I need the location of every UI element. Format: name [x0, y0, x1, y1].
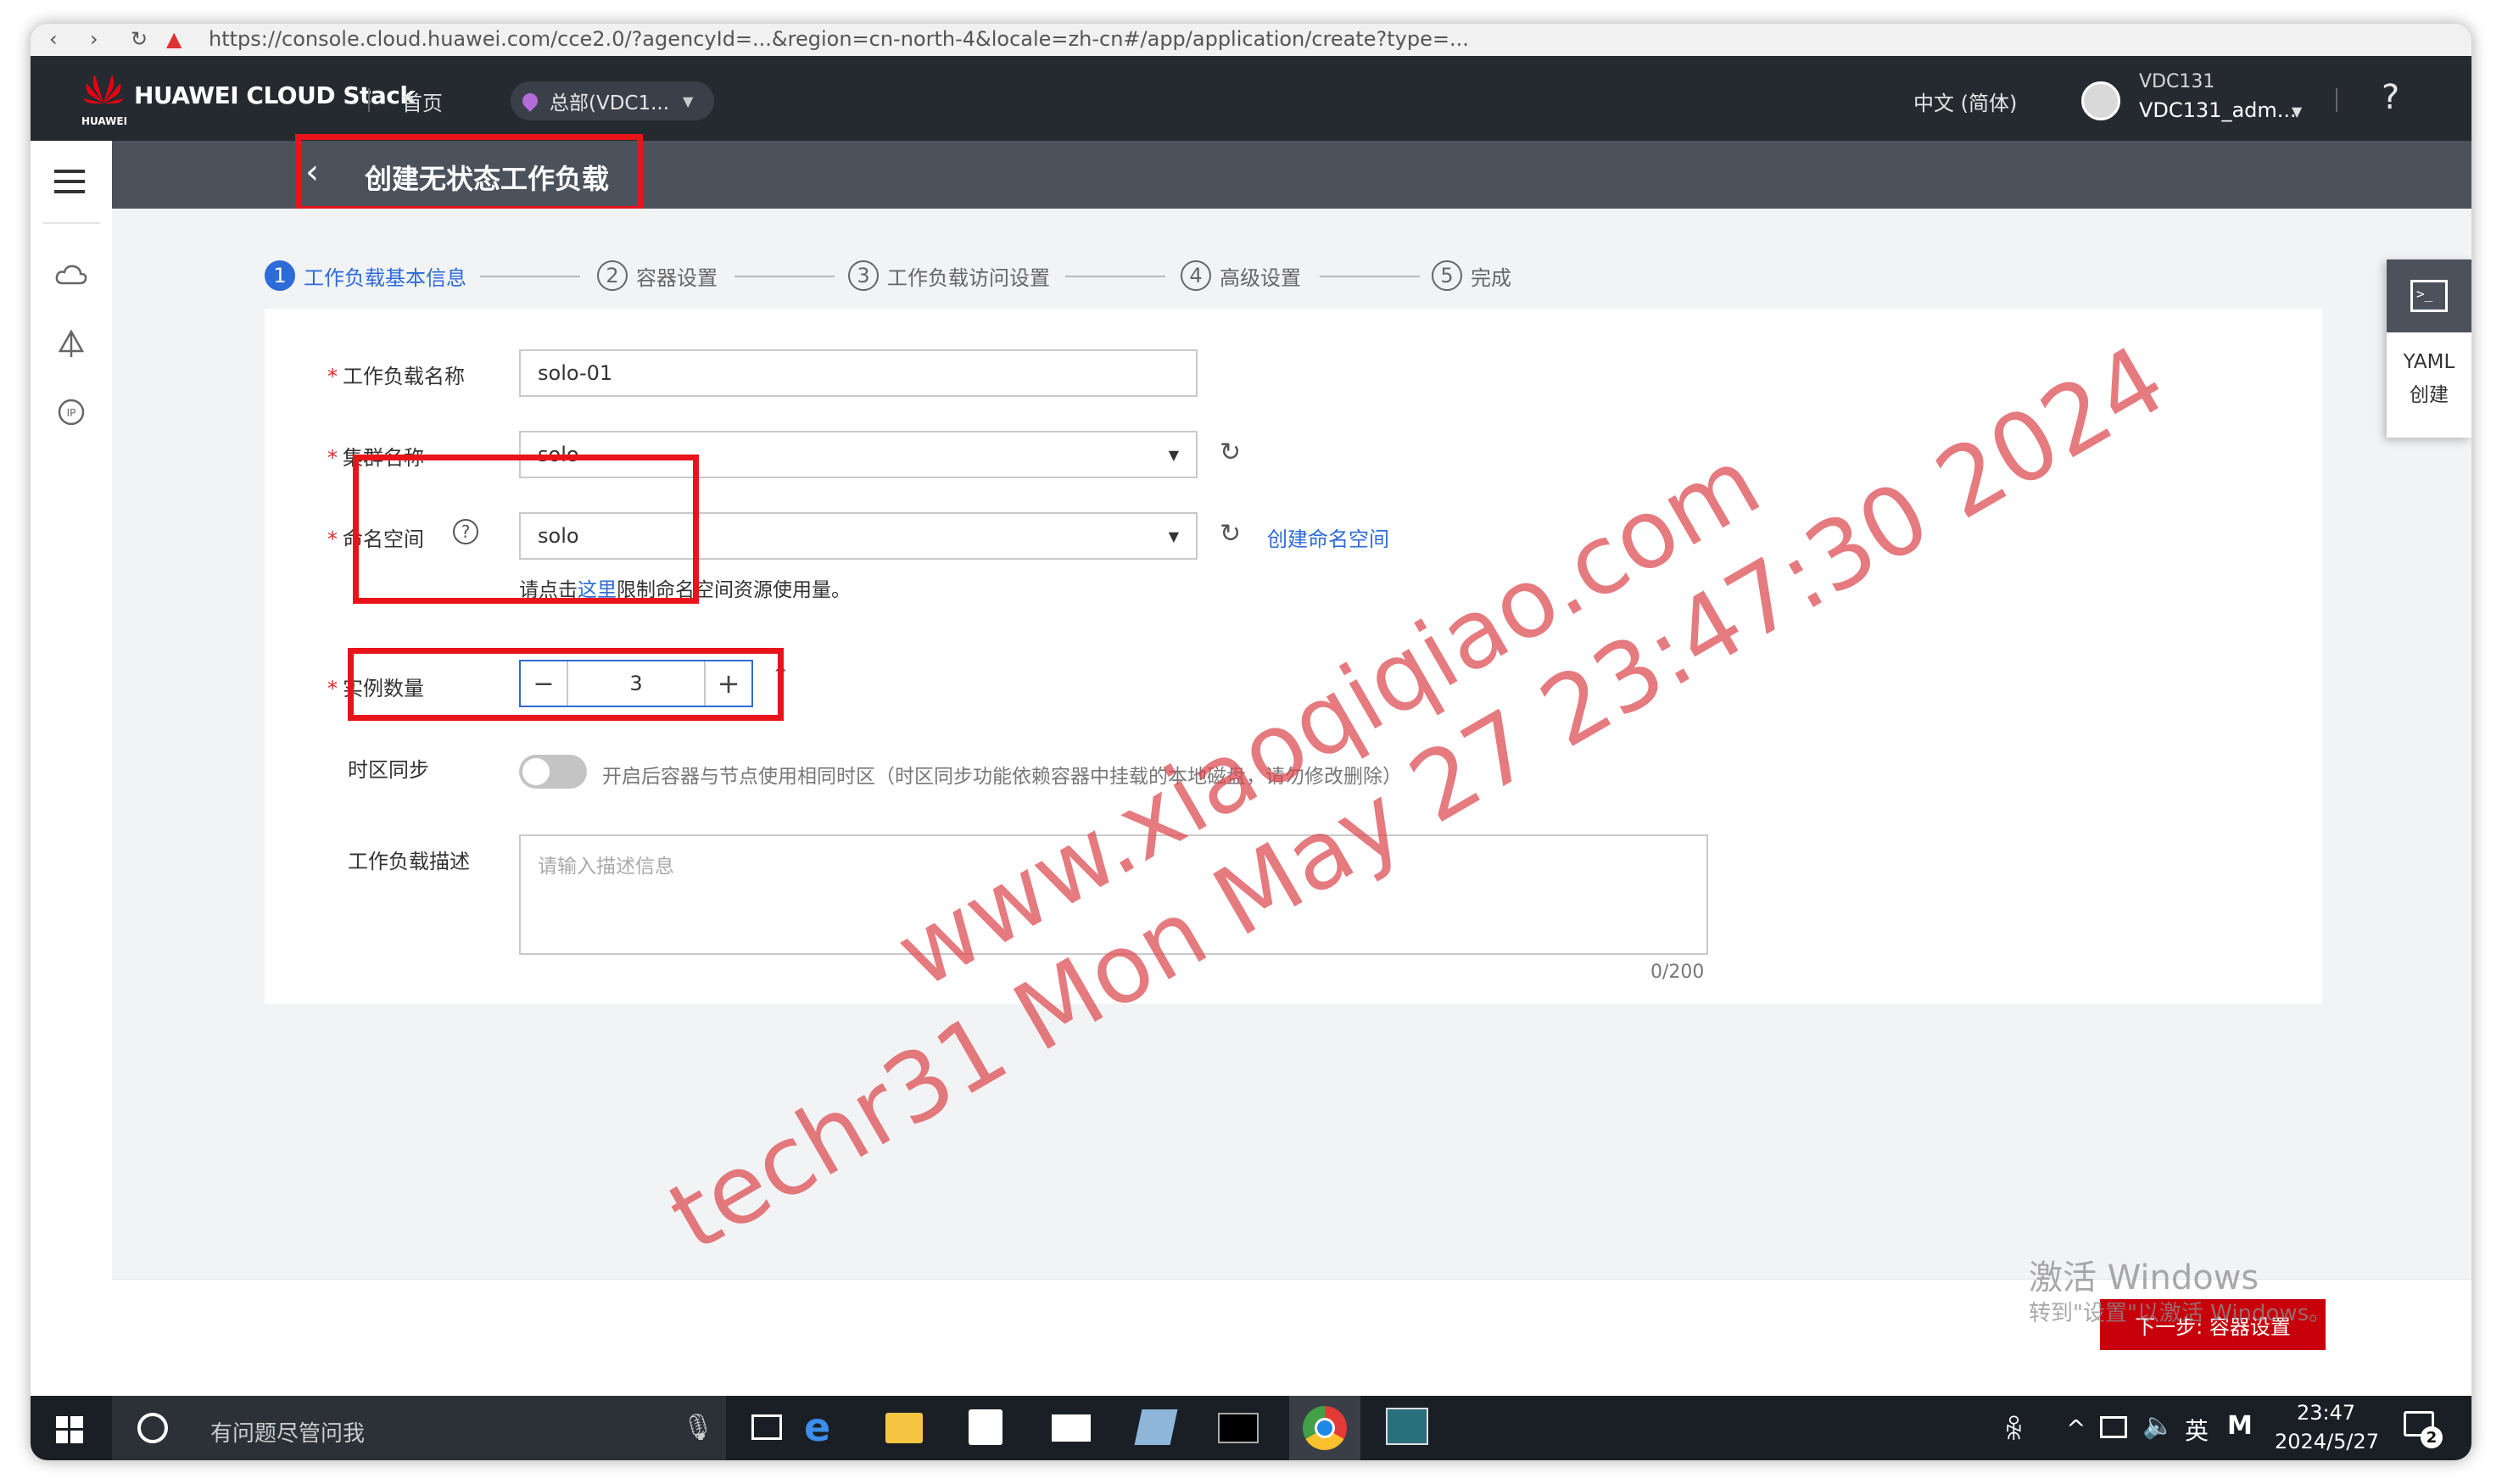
step-basic-info: 1 工作负载基本信息 [265, 256, 466, 295]
left-sidebar: IP [31, 141, 113, 1396]
volume-icon[interactable]: 🔈 [2142, 1411, 2174, 1441]
region-selector[interactable]: 总部(VDC1... ▼ [511, 81, 714, 120]
step-complete: 5 完成 [1432, 256, 1511, 295]
ime-indicator[interactable]: 英 [2185, 1413, 2209, 1447]
task-view-icon[interactable] [751, 1414, 782, 1440]
description-label: 工作负载描述 [348, 850, 470, 873]
step-advanced-settings: 4 高级设置 [1181, 256, 1301, 295]
svg-text:IP: IP [67, 407, 76, 419]
screen: ‹ › ↻ ▲ https://console.cloud.huawei.com… [31, 24, 2471, 1460]
divider [368, 88, 370, 112]
highlight-cluster-namespace [353, 455, 699, 604]
cloud-icon[interactable] [54, 263, 88, 287]
step-number: 3 [848, 260, 879, 291]
description-counter: 0/200 [1650, 962, 1705, 983]
menu-icon[interactable] [54, 170, 85, 193]
windows-taskbar: 有问题尽管问我 🎙 e ꆜ ^ 🔈 英 M 23:47 2024/5/27 2 [31, 1396, 2471, 1460]
terminal-app-icon[interactable] [1218, 1413, 1259, 1443]
help-icon[interactable]: ? [2382, 78, 2399, 117]
url-text[interactable]: https://console.cloud.huawei.com/cce2.0/… [209, 27, 1469, 51]
refresh-cluster-icon[interactable]: ↻ [1220, 438, 1241, 467]
microphone-icon[interactable]: 🎙 [682, 1413, 714, 1442]
back-icon[interactable]: ‹ [49, 27, 58, 51]
yaml-label: YAML [2403, 351, 2455, 373]
step-number: 5 [1432, 260, 1462, 291]
user-name[interactable]: VDC131_adm... [2139, 98, 2297, 122]
step-label: 高级设置 [1220, 265, 1301, 290]
screenshot-app-icon[interactable] [1386, 1408, 1428, 1445]
windows-start-icon[interactable] [56, 1416, 83, 1443]
activation-hint: 转到"设置"以激活 Windows。 [2029, 1301, 2332, 1326]
region-label: 总部(VDC1... [550, 92, 670, 114]
step-container-settings: 2 容器设置 [597, 256, 718, 295]
highlight-title [295, 134, 643, 212]
store-icon[interactable] [969, 1409, 1002, 1445]
avatar[interactable] [2081, 81, 2120, 120]
logo-text: HUAWEI [81, 115, 128, 127]
clock-time[interactable]: 23:47 [2297, 1401, 2355, 1425]
eip-icon[interactable]: IP [56, 397, 87, 427]
not-secure-icon: ▲ [166, 27, 182, 51]
step-label: 容器设置 [636, 265, 718, 290]
taskbar-search-box[interactable]: 有问题尽管问我 🎙 [112, 1396, 726, 1460]
yaml-create-panel[interactable]: >_ YAML 创建 [2387, 259, 2471, 438]
step-label: 工作负载访问设置 [887, 265, 1050, 290]
huawei-logo-icon [83, 75, 124, 103]
file-explorer-icon[interactable] [885, 1413, 923, 1443]
required-mark: * [327, 446, 338, 470]
home-link[interactable]: 首页 [402, 86, 443, 116]
chevron-down-icon: ▼ [1168, 446, 1179, 463]
step-access-settings: 3 工作负载访问设置 [848, 256, 1050, 295]
top-nav-bar: HUAWEI HUAWEI CLOUD Stack 首页 总部(VDC1... … [31, 56, 2471, 141]
step-number: 2 [597, 260, 628, 291]
step-label: 完成 [1471, 265, 1511, 290]
language-selector[interactable]: 中文 (简体) [1913, 86, 2017, 116]
timezone-toggle[interactable] [519, 755, 587, 789]
workload-name-label: * 工作负载名称 [327, 365, 465, 388]
cortana-icon [137, 1413, 168, 1443]
required-mark: * [327, 527, 338, 551]
network-icon[interactable] [56, 329, 87, 360]
people-icon[interactable]: ꆜ [2003, 1411, 2024, 1447]
location-pin-icon [519, 90, 541, 112]
notification-badge: 2 [2421, 1426, 2443, 1448]
step-number: 1 [265, 260, 295, 291]
input-mode-icon[interactable]: M [2227, 1411, 2253, 1441]
user-chevron-down-icon[interactable]: ▼ [2292, 103, 2302, 120]
clock-date[interactable]: 2024/5/27 [2275, 1430, 2379, 1453]
step-number: 4 [1181, 260, 1211, 291]
forward-icon[interactable]: › [90, 27, 98, 51]
reload-icon[interactable]: ↻ [131, 27, 148, 51]
activation-title: 激活 Windows [2029, 1258, 2259, 1297]
vdc-name: VDC131 [2139, 71, 2215, 92]
required-mark: * [327, 365, 338, 388]
refresh-namespace-icon[interactable]: ↻ [1220, 519, 1241, 549]
yaml-create-label: 创建 [2410, 384, 2449, 406]
timezone-label: 时区同步 [348, 758, 429, 782]
workload-name-input[interactable]: solo-01 [519, 349, 1198, 397]
tray-expand-icon[interactable]: ^ [2066, 1414, 2086, 1442]
required-mark: * [327, 677, 338, 700]
highlight-instances [348, 648, 784, 721]
description-placeholder: 请输入描述信息 [538, 856, 674, 878]
divider [2336, 88, 2337, 112]
mail-icon[interactable] [1052, 1414, 1091, 1442]
chevron-down-icon: ▼ [683, 92, 694, 109]
network-tray-icon[interactable] [2100, 1416, 2127, 1438]
browser-address-bar[interactable]: ‹ › ↻ ▲ https://console.cloud.huawei.com… [31, 24, 2471, 56]
chevron-down-icon: ▼ [1168, 527, 1179, 544]
brand-name[interactable]: HUAWEI CLOUD Stack [134, 81, 416, 109]
app-icon[interactable] [1134, 1409, 1178, 1445]
search-placeholder: 有问题尽管问我 [210, 1421, 366, 1447]
chrome-icon[interactable] [1289, 1396, 1360, 1460]
step-label: 工作负载基本信息 [304, 265, 466, 290]
terminal-icon: >_ [2410, 280, 2448, 312]
edge-icon[interactable]: e [804, 1404, 830, 1450]
create-namespace-link[interactable]: 创建命名空间 [1267, 522, 1389, 552]
